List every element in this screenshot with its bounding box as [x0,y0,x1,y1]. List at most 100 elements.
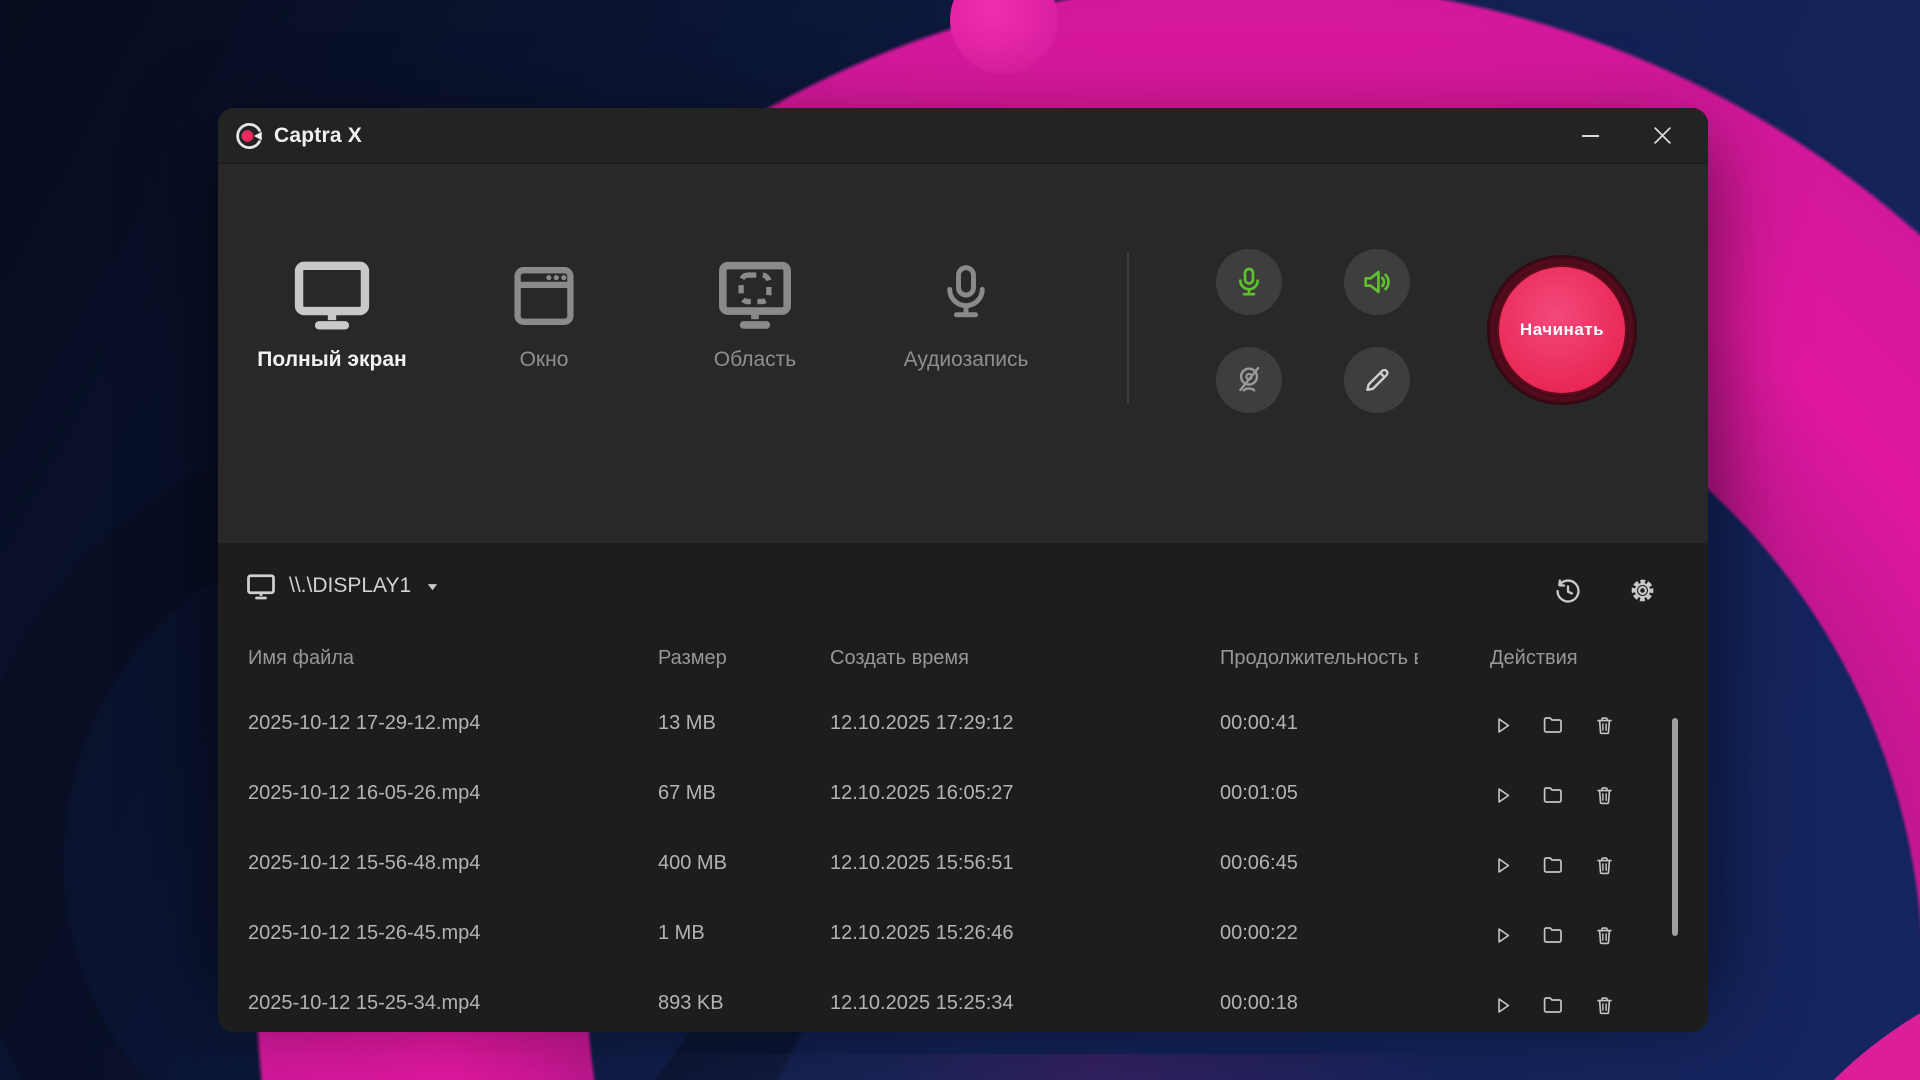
record-button-ring: Начинать [1487,255,1637,405]
file-duration: 00:00:41 [1220,712,1298,735]
close-icon [1652,125,1673,146]
file-duration: 00:00:22 [1220,922,1298,945]
minimize-button[interactable] [1570,118,1610,154]
play-button[interactable] [1490,912,1514,958]
file-size: 400 MB [658,852,727,875]
file-created-time: 12.10.2025 15:56:51 [830,852,1014,875]
file-name: 2025-10-12 17-29-12.mp4 [248,712,480,735]
gear-icon [1627,575,1658,606]
open-folder-button[interactable] [1541,702,1565,748]
delete-button[interactable] [1592,982,1616,1028]
row-actions [1490,842,1616,888]
mode-fullscreen[interactable]: Полный экран [227,250,437,372]
recordings-section: \\.\DISPLAY1 Имя файла Размер Создать в [218,543,1708,1032]
window-icon [439,250,649,332]
speaker-on-icon [1360,265,1394,299]
minimize-icon [1582,135,1599,137]
settings-button[interactable] [1625,573,1659,607]
section-divider [1127,252,1129,404]
file-created-time: 12.10.2025 15:25:34 [830,992,1014,1015]
open-folder-button[interactable] [1541,772,1565,818]
file-name: 2025-10-12 15-25-34.mp4 [248,992,480,1015]
open-folder-button[interactable] [1541,912,1565,958]
mode-label: Окно [439,348,649,372]
play-button[interactable] [1490,772,1514,818]
row-actions [1490,772,1616,818]
app-window: Captra X Полный экран [218,108,1708,976]
table-row: 2025-10-12 15-26-45.mp4 1 MB 12.10.2025 … [218,900,1708,970]
microphone-on-icon [1232,265,1266,299]
folder-icon [1541,783,1565,807]
app-title: Captra X [274,124,362,148]
scrollbar-thumb[interactable] [1672,718,1678,936]
trash-icon [1593,784,1616,807]
file-size: 13 MB [658,712,716,735]
header-actions: Действия [1490,647,1578,670]
trash-icon [1593,924,1616,947]
play-button[interactable] [1490,702,1514,748]
folder-icon [1541,923,1565,947]
mode-audio[interactable]: Аудиозапись [861,250,1071,372]
region-monitor-icon [650,250,860,332]
delete-button[interactable] [1592,912,1616,958]
history-icon [1552,575,1583,606]
mode-label: Аудиозапись [861,348,1071,372]
webcam-toggle-button[interactable] [1216,347,1282,413]
folder-icon [1541,993,1565,1017]
table-row: 2025-10-12 17-29-12.mp4 13 MB 12.10.2025… [218,690,1708,760]
play-icon [1491,784,1514,807]
row-actions [1490,982,1616,1028]
delete-button[interactable] [1592,842,1616,888]
close-button[interactable] [1642,118,1682,154]
chevron-down-icon [425,580,440,593]
history-button[interactable] [1550,573,1584,607]
row-actions [1490,702,1616,748]
mode-label: Полный экран [227,348,437,372]
start-recording-button[interactable]: Начинать [1499,267,1625,393]
delete-button[interactable] [1592,702,1616,748]
file-created-time: 12.10.2025 15:26:46 [830,922,1014,945]
mode-window[interactable]: Окно [439,250,649,372]
file-size: 1 MB [658,922,705,945]
start-recording-label: Начинать [1520,320,1604,340]
fullscreen-monitor-icon [227,250,437,332]
file-duration: 00:06:45 [1220,852,1298,875]
microphone-toggle-button[interactable] [1216,249,1282,315]
annotate-button[interactable] [1344,347,1410,413]
pencil-icon [1360,363,1394,397]
trash-icon [1593,854,1616,877]
display-icon [244,571,278,601]
trash-icon [1593,994,1616,1017]
table-row: 2025-10-12 15-56-48.mp4 400 MB 12.10.202… [218,830,1708,900]
play-icon [1491,994,1514,1017]
table-header-row: Имя файла Размер Создать время Продолжит… [218,639,1708,679]
webcam-off-icon [1232,363,1266,397]
titlebar: Captra X [218,108,1708,164]
mode-label: Область [650,348,860,372]
table-row: 2025-10-12 16-05-26.mp4 67 MB 12.10.2025… [218,760,1708,830]
play-icon [1491,924,1514,947]
file-duration: 00:01:05 [1220,782,1298,805]
file-name: 2025-10-12 16-05-26.mp4 [248,782,480,805]
background-bottom-glow [0,1054,1920,1080]
delete-button[interactable] [1592,772,1616,818]
header-created-time: Создать время [830,647,969,670]
microphone-icon [861,250,1071,332]
file-table-body: 2025-10-12 17-29-12.mp4 13 MB 12.10.2025… [218,690,1708,1040]
row-actions [1490,912,1616,958]
file-name: 2025-10-12 15-26-45.mp4 [248,922,480,945]
play-icon [1491,714,1514,737]
mode-region[interactable]: Область [650,250,860,372]
display-selector[interactable]: \\.\DISPLAY1 [244,571,440,601]
open-folder-button[interactable] [1541,842,1565,888]
header-duration: Продолжительность в [1220,647,1418,670]
header-file-name: Имя файла [248,647,354,670]
system-audio-toggle-button[interactable] [1344,249,1410,315]
play-button[interactable] [1490,842,1514,888]
play-button[interactable] [1490,982,1514,1028]
file-size: 67 MB [658,782,716,805]
open-folder-button[interactable] [1541,982,1565,1028]
capture-mode-section: Полный экран Окно [218,164,1708,543]
trash-icon [1593,714,1616,737]
play-icon [1491,854,1514,877]
